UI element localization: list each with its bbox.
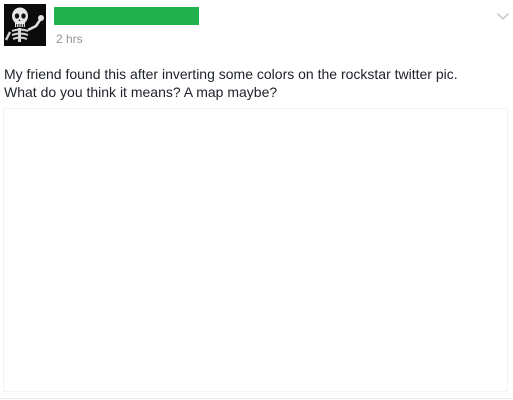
- post-timestamp[interactable]: 2 hrs: [56, 32, 83, 46]
- skeleton-icon: [4, 4, 46, 46]
- post-text-line: My friend found this after inverting som…: [4, 66, 458, 82]
- post-text: My friend found this after inverting som…: [4, 65, 509, 101]
- post-image[interactable]: [3, 108, 508, 392]
- avatar[interactable]: [4, 4, 46, 46]
- post-text-line: What do you think it means? A map maybe?: [4, 84, 278, 100]
- divider: [0, 398, 513, 399]
- author-name-redacted[interactable]: [54, 7, 199, 25]
- post-card: 2 hrs My friend found this after inverti…: [0, 0, 513, 400]
- chevron-down-icon[interactable]: [496, 9, 510, 21]
